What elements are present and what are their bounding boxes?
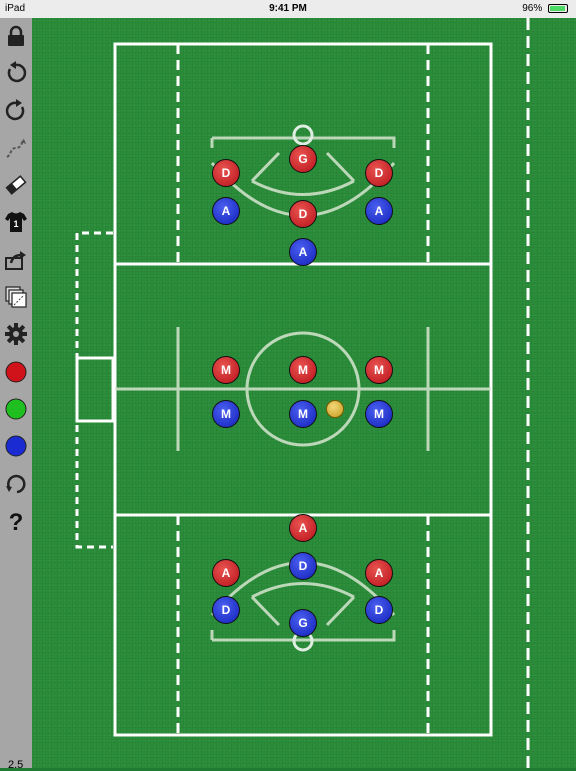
player-token[interactable]: D [212, 159, 240, 187]
player-token[interactable]: A [212, 197, 240, 225]
draw-path-icon[interactable] [2, 134, 30, 162]
green-team-icon[interactable] [2, 395, 30, 423]
player-token[interactable]: A [365, 559, 393, 587]
player-token[interactable]: M [212, 400, 240, 428]
player-token[interactable]: A [289, 238, 317, 266]
toolbar: 1 ? 2.5 [0, 18, 32, 771]
player-token[interactable]: G [289, 609, 317, 637]
svg-text:1: 1 [13, 219, 18, 229]
red-team-icon[interactable] [2, 358, 30, 386]
substitution-box [75, 356, 115, 423]
player-token[interactable]: M [289, 356, 317, 384]
share-icon[interactable] [2, 246, 30, 274]
undo-icon[interactable] [2, 59, 30, 87]
plays-icon[interactable] [2, 283, 30, 311]
player-token[interactable]: D [289, 552, 317, 580]
lock-icon[interactable] [2, 22, 30, 50]
player-token[interactable]: A [212, 559, 240, 587]
svg-text:?: ? [9, 509, 24, 533]
player-token[interactable]: D [365, 159, 393, 187]
redo-icon[interactable] [2, 97, 30, 125]
player-token[interactable]: M [365, 400, 393, 428]
battery-icon [548, 3, 568, 13]
player-token[interactable]: D [365, 596, 393, 624]
jersey-number-icon[interactable]: 1 [2, 208, 30, 236]
player-token[interactable]: M [289, 400, 317, 428]
player-token[interactable]: M [365, 356, 393, 384]
player-token[interactable]: A [289, 514, 317, 542]
lacrosse-field[interactable]: G D D A D A A M M M M M M A D A A D D G [32, 18, 576, 768]
ball[interactable] [326, 400, 344, 418]
version-label: 2.5 [8, 759, 24, 771]
player-token[interactable]: D [289, 200, 317, 228]
battery-status: 96% [522, 3, 568, 14]
player-token[interactable]: D [212, 596, 240, 624]
blue-team-icon[interactable] [2, 432, 30, 460]
player-token[interactable]: M [212, 356, 240, 384]
bench-area [75, 231, 113, 549]
field-markings [75, 18, 530, 768]
status-bar: iPad 9:41 PM 96% [0, 0, 576, 18]
reset-icon[interactable] [2, 470, 30, 498]
settings-icon[interactable] [2, 320, 30, 348]
status-time: 9:41 PM [269, 3, 307, 14]
player-token[interactable]: G [289, 145, 317, 173]
player-token[interactable]: A [365, 197, 393, 225]
top-goal-crease [292, 124, 314, 146]
eraser-icon[interactable] [2, 171, 30, 199]
help-icon[interactable]: ? [2, 507, 30, 535]
battery-percent: 96% [522, 3, 543, 14]
